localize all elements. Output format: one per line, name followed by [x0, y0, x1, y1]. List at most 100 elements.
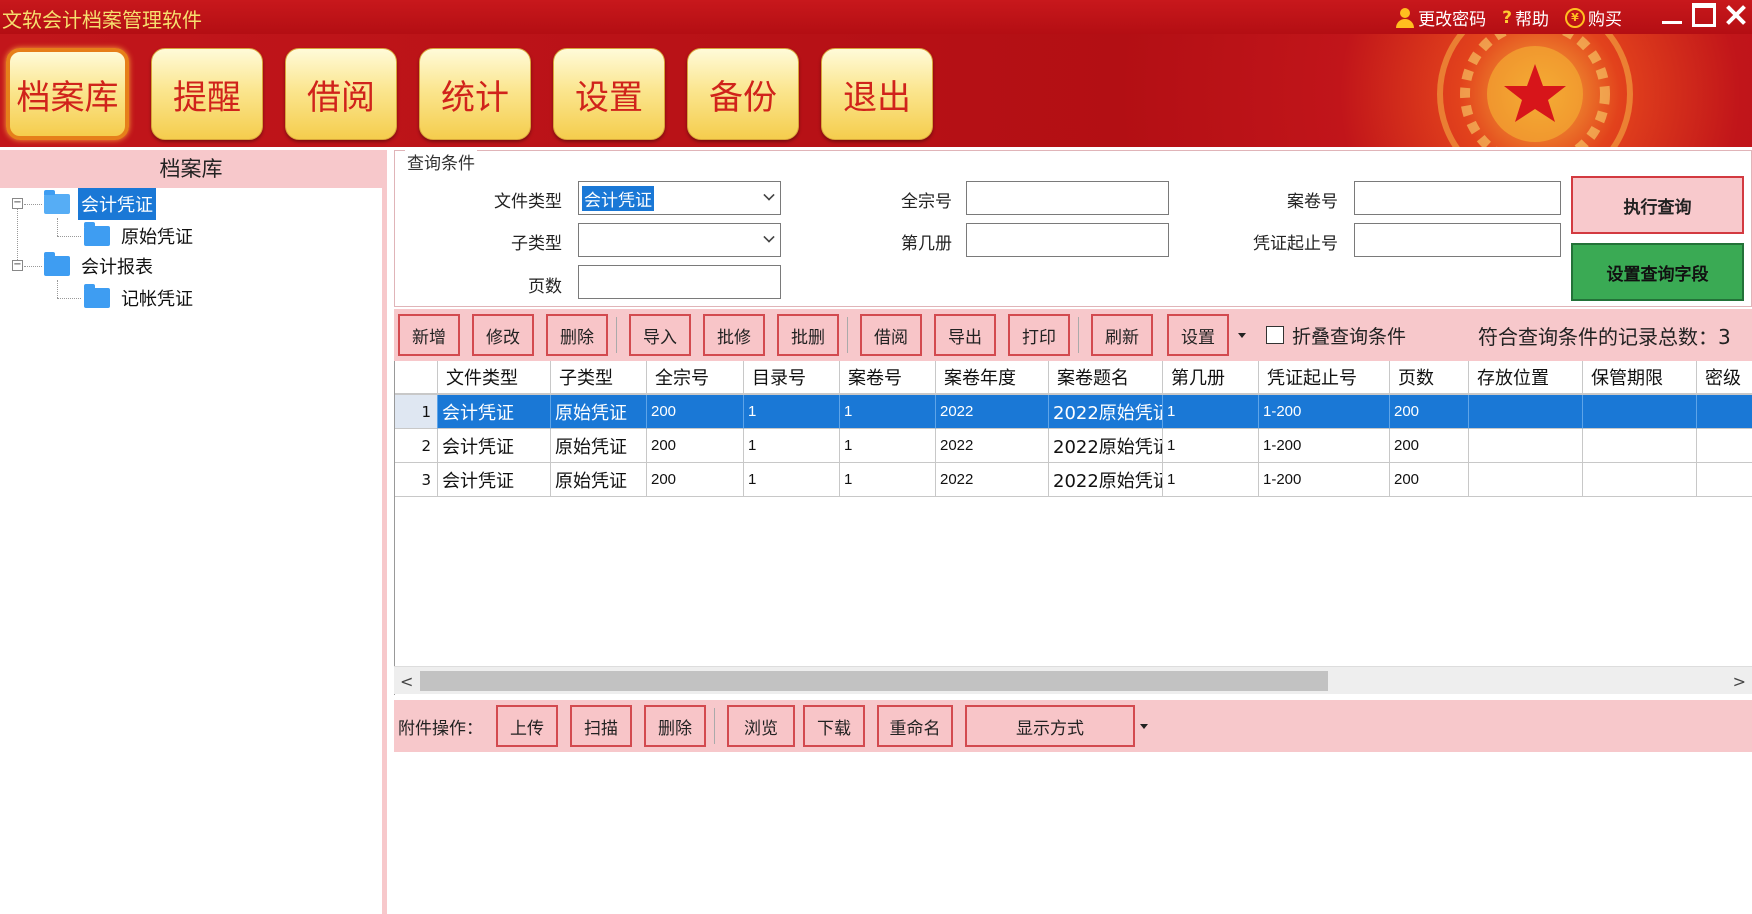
table-cell: 2022原始凭证 [1049, 429, 1163, 463]
table-cell: 1 [1163, 395, 1259, 429]
table-cell: 2022 [936, 463, 1049, 497]
scan-button[interactable]: 扫描 [570, 705, 632, 747]
tree-panel-title: 档案库 [0, 150, 382, 188]
refresh-button[interactable]: 刷新 [1091, 314, 1153, 356]
scrollbar-thumb[interactable] [420, 671, 1328, 691]
nav-archive[interactable]: 档案库 [6, 48, 129, 140]
table-cell: 1 [840, 429, 936, 463]
table-cell: 会计凭证 [438, 395, 551, 429]
chevron-down-icon [763, 231, 775, 243]
nav-exit[interactable]: 退出 [821, 48, 933, 140]
table-cell [1583, 463, 1697, 497]
user-icon [1395, 7, 1415, 29]
batch-edit-button[interactable]: 批修 [703, 314, 765, 356]
table-cell: 原始凭证 [551, 463, 647, 497]
col-secrecy[interactable]: 密级 [1697, 361, 1752, 394]
col-sub-type[interactable]: 子类型 [551, 361, 647, 394]
batch-delete-button[interactable]: 批删 [777, 314, 839, 356]
fonds-no-input[interactable] [966, 181, 1169, 215]
browse-button[interactable]: 浏览 [727, 705, 795, 747]
close-icon[interactable] [1724, 3, 1748, 27]
sub-type-label: 子类型 [511, 234, 562, 254]
table-cell [1583, 429, 1697, 463]
tree-node-label: 会计报表 [81, 257, 153, 278]
table-row[interactable]: 2 会计凭证 原始凭证 200 1 1 2022 2022原始凭证 1 1-20… [395, 429, 1752, 463]
folder-icon [84, 222, 110, 246]
col-retention[interactable]: 保管期限 [1583, 361, 1697, 394]
table-cell: 1-200 [1259, 463, 1390, 497]
export-button[interactable]: 导出 [934, 314, 996, 356]
volume-no-label: 第几册 [901, 234, 952, 254]
upload-button[interactable]: 上传 [496, 705, 558, 747]
maximize-icon[interactable] [1692, 3, 1716, 27]
pages-input[interactable] [578, 265, 781, 299]
buy-link[interactable]: ¥ 购买 [1565, 5, 1622, 30]
col-pages[interactable]: 页数 [1390, 361, 1469, 394]
tree-node-bookkeeping-voucher[interactable]: 记帐凭证 [84, 283, 196, 313]
settings-button[interactable]: 设置 [1167, 314, 1229, 356]
table-cell: 1 [744, 395, 840, 429]
folder-open-icon [44, 190, 70, 214]
horizontal-scrollbar[interactable]: < > [394, 666, 1752, 694]
table-cell: 1 [744, 429, 840, 463]
voucher-range-input[interactable] [1354, 223, 1561, 257]
col-file-no[interactable]: 案卷号 [840, 361, 936, 394]
tree-node-label: 会计凭证 [78, 188, 156, 220]
scroll-right-icon[interactable]: > [1733, 672, 1746, 691]
sub-type-select[interactable] [578, 223, 781, 257]
collapse-icon[interactable]: − [12, 260, 23, 271]
add-button[interactable]: 新增 [398, 314, 460, 356]
settings-dropdown-icon[interactable] [1238, 333, 1246, 338]
scroll-left-icon[interactable]: < [400, 672, 413, 691]
table-row[interactable]: 3 会计凭证 原始凭证 200 1 1 2022 2022原始凭证 1 1-20… [395, 463, 1752, 497]
import-button[interactable]: 导入 [629, 314, 691, 356]
display-mode-button[interactable]: 显示方式 [965, 705, 1135, 747]
help-link[interactable]: ? 帮助 [1502, 5, 1549, 31]
tree-node-voucher[interactable]: 会计凭证 [44, 188, 156, 220]
delete-button[interactable]: 删除 [546, 314, 608, 356]
edit-button[interactable]: 修改 [472, 314, 534, 356]
table-cell: 会计凭证 [438, 463, 551, 497]
col-year[interactable]: 案卷年度 [936, 361, 1049, 394]
table-cell: 200 [647, 463, 744, 497]
minimize-icon[interactable] [1660, 3, 1684, 27]
file-no-input[interactable] [1354, 181, 1561, 215]
col-rownum [395, 361, 438, 394]
print-button[interactable]: 打印 [1008, 314, 1070, 356]
change-password-link[interactable]: 更改密码 [1395, 5, 1486, 30]
table-cell [1697, 429, 1752, 463]
rename-button[interactable]: 重命名 [877, 705, 953, 747]
attachment-delete-button[interactable]: 删除 [644, 705, 706, 747]
fold-query-checkbox[interactable] [1266, 326, 1284, 344]
nav-stats[interactable]: 统计 [419, 48, 531, 140]
nav-settings[interactable]: 设置 [553, 48, 665, 140]
tree-node-original-voucher[interactable]: 原始凭证 [84, 221, 196, 251]
download-button[interactable]: 下载 [803, 705, 865, 747]
set-query-fields-button[interactable]: 设置查询字段 [1571, 243, 1744, 301]
nav-borrow[interactable]: 借阅 [285, 48, 397, 140]
row-number: 2 [395, 429, 438, 463]
question-icon: ? [1502, 7, 1512, 28]
execute-query-button[interactable]: 执行查询 [1571, 176, 1744, 234]
col-catalog-no[interactable]: 目录号 [744, 361, 840, 394]
table-header: 文件类型 子类型 全宗号 目录号 案卷号 案卷年度 案卷题名 第几册 凭证起止号… [395, 361, 1752, 395]
nav-reminder[interactable]: 提醒 [151, 48, 263, 140]
col-volume[interactable]: 第几册 [1163, 361, 1259, 394]
nav-backup[interactable]: 备份 [687, 48, 799, 140]
file-type-select[interactable]: 会计凭证 [578, 181, 781, 215]
folder-icon [84, 284, 110, 308]
col-file-type[interactable]: 文件类型 [438, 361, 551, 394]
col-title[interactable]: 案卷题名 [1049, 361, 1163, 394]
borrow-button[interactable]: 借阅 [860, 314, 922, 356]
table-cell: 2022 [936, 395, 1049, 429]
table-cell: 200 [1390, 429, 1469, 463]
table-row[interactable]: 1 会计凭证 原始凭证 200 1 1 2022 2022原始凭证 1 1-20… [395, 395, 1752, 429]
tree-node-report[interactable]: 会计报表 [44, 251, 156, 281]
col-fonds-no[interactable]: 全宗号 [647, 361, 744, 394]
collapse-icon[interactable]: − [12, 198, 23, 209]
col-voucher-range[interactable]: 凭证起止号 [1259, 361, 1390, 394]
display-mode-dropdown-icon[interactable] [1140, 724, 1148, 729]
table-cell [1697, 395, 1752, 429]
volume-no-input[interactable] [966, 223, 1169, 257]
col-location[interactable]: 存放位置 [1469, 361, 1583, 394]
